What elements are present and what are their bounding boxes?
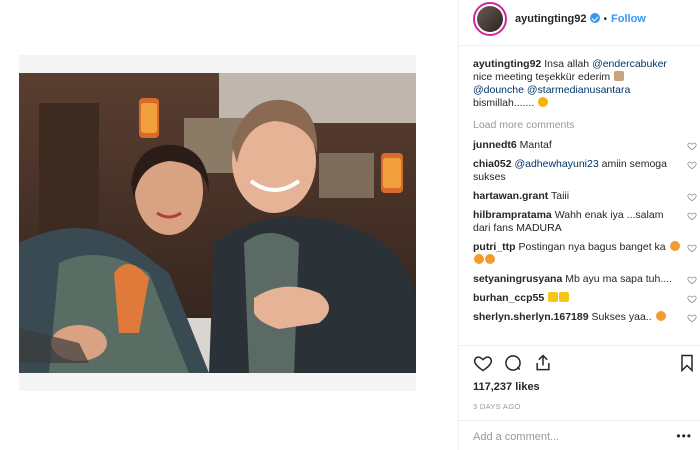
comment-username[interactable]: chia052 bbox=[473, 158, 512, 170]
comment-bubble-icon[interactable] bbox=[503, 353, 523, 373]
post-header: ayutingting92 • Follow bbox=[459, 0, 700, 38]
list-item: burhan_ccp55 bbox=[473, 292, 697, 305]
praying-hands-emoji-icon bbox=[614, 71, 625, 81]
verified-badge-icon bbox=[589, 13, 600, 23]
comment-username[interactable]: junnedt6 bbox=[473, 139, 517, 151]
like-comment-heart-icon[interactable] bbox=[687, 294, 697, 304]
caption-text-3: bismillah....... bbox=[473, 97, 535, 109]
smile-emoji-icon bbox=[538, 97, 549, 107]
post-side-panel: ayutingting92 • Follow ayutingting92 Ins… bbox=[458, 0, 700, 450]
comment-text: Taiii bbox=[551, 190, 570, 202]
comment-username[interactable]: hartawan.grant bbox=[473, 190, 548, 202]
comment-username[interactable]: sherlyn.sherlyn.167189 bbox=[473, 311, 589, 323]
more-options-icon[interactable]: ••• bbox=[676, 429, 692, 443]
comment-text: Sukses yaa.. bbox=[591, 311, 652, 323]
list-item: hartawan.grant Taiii bbox=[473, 190, 697, 203]
header-username[interactable]: ayutingting92 bbox=[515, 13, 600, 25]
caption-username[interactable]: ayutingting92 bbox=[473, 58, 541, 70]
post-photo[interactable] bbox=[19, 73, 416, 373]
thumbs-up-emoji-icon bbox=[559, 292, 570, 302]
list-item: putri_ttp Postingan nya bagus banget ka bbox=[473, 241, 697, 267]
list-item: junnedt6 Mantaf bbox=[473, 139, 697, 152]
selfie-photo-illustration bbox=[19, 73, 416, 373]
smiling-emoji-icon bbox=[655, 311, 666, 321]
comments-list: ayutingting92 Insa allah @endercabuker n… bbox=[473, 58, 697, 330]
header-divider bbox=[459, 45, 700, 46]
like-comment-heart-icon[interactable] bbox=[687, 243, 697, 253]
like-comment-heart-icon[interactable] bbox=[687, 211, 697, 221]
add-comment-input[interactable]: Add a comment... bbox=[473, 431, 559, 443]
comment-text: Mantaf bbox=[519, 139, 552, 151]
list-item: hilbrampratama Wahh enak iya ...salam da… bbox=[473, 209, 697, 235]
like-comment-heart-icon[interactable] bbox=[687, 275, 697, 285]
bookmark-icon[interactable] bbox=[677, 353, 697, 373]
comment-mention[interactable]: @adhewhayuni23 bbox=[514, 158, 598, 170]
post-caption: ayutingting92 Insa allah @endercabuker n… bbox=[473, 58, 697, 110]
username-text[interactable]: ayutingting92 bbox=[515, 13, 587, 25]
likes-count[interactable]: 117,237 likes bbox=[473, 381, 540, 393]
heart-eyes-emoji-icon bbox=[474, 254, 484, 264]
list-item: sherlyn.sherlyn.167189 Sukses yaa.. bbox=[473, 311, 697, 324]
load-more-comments-link[interactable]: Load more comments bbox=[473, 119, 697, 132]
thumbs-up-emoji-icon bbox=[548, 292, 559, 302]
list-item: chia052 @adhewhayuni23 amiin semoga suks… bbox=[473, 158, 697, 184]
caption-mention-1[interactable]: @endercabuker bbox=[592, 58, 667, 70]
comment-username[interactable]: setyaningrusyana bbox=[473, 273, 562, 285]
post-timestamp: 3 DAYS AGO bbox=[473, 402, 521, 411]
like-comment-heart-icon[interactable] bbox=[687, 160, 697, 170]
caption-text-2: nice meeting teşekkür ederim bbox=[473, 71, 611, 83]
like-comment-heart-icon[interactable] bbox=[687, 141, 697, 151]
caption-mention-2[interactable]: @dounche bbox=[473, 84, 524, 96]
post-actions bbox=[471, 353, 697, 375]
heart-eyes-emoji-icon bbox=[485, 254, 495, 264]
like-heart-icon[interactable] bbox=[473, 353, 493, 373]
post-media-area bbox=[0, 0, 458, 450]
comment-username[interactable]: burhan_ccp55 bbox=[473, 292, 544, 304]
comment-divider bbox=[459, 420, 700, 421]
share-icon[interactable] bbox=[533, 353, 553, 373]
caption-mention-3[interactable]: @starmedianusantara bbox=[527, 84, 630, 96]
comment-text: Postingan nya bagus banget ka bbox=[518, 241, 666, 253]
follow-button[interactable]: Follow bbox=[611, 13, 646, 25]
like-comment-heart-icon[interactable] bbox=[687, 192, 697, 202]
comment-username[interactable]: hilbrampratama bbox=[473, 209, 552, 221]
header-separator: • bbox=[603, 13, 608, 25]
caption-text-1: Insa allah bbox=[544, 58, 590, 70]
like-comment-heart-icon[interactable] bbox=[687, 313, 697, 323]
actions-divider bbox=[459, 345, 700, 346]
avatar[interactable] bbox=[473, 2, 507, 36]
comment-text: Mb ayu ma sapa tuh.... bbox=[565, 273, 673, 285]
list-item: setyaningrusyana Mb ayu ma sapa tuh.... bbox=[473, 273, 697, 286]
heart-eyes-emoji-icon bbox=[669, 241, 680, 251]
comment-username[interactable]: putri_ttp bbox=[473, 241, 516, 253]
